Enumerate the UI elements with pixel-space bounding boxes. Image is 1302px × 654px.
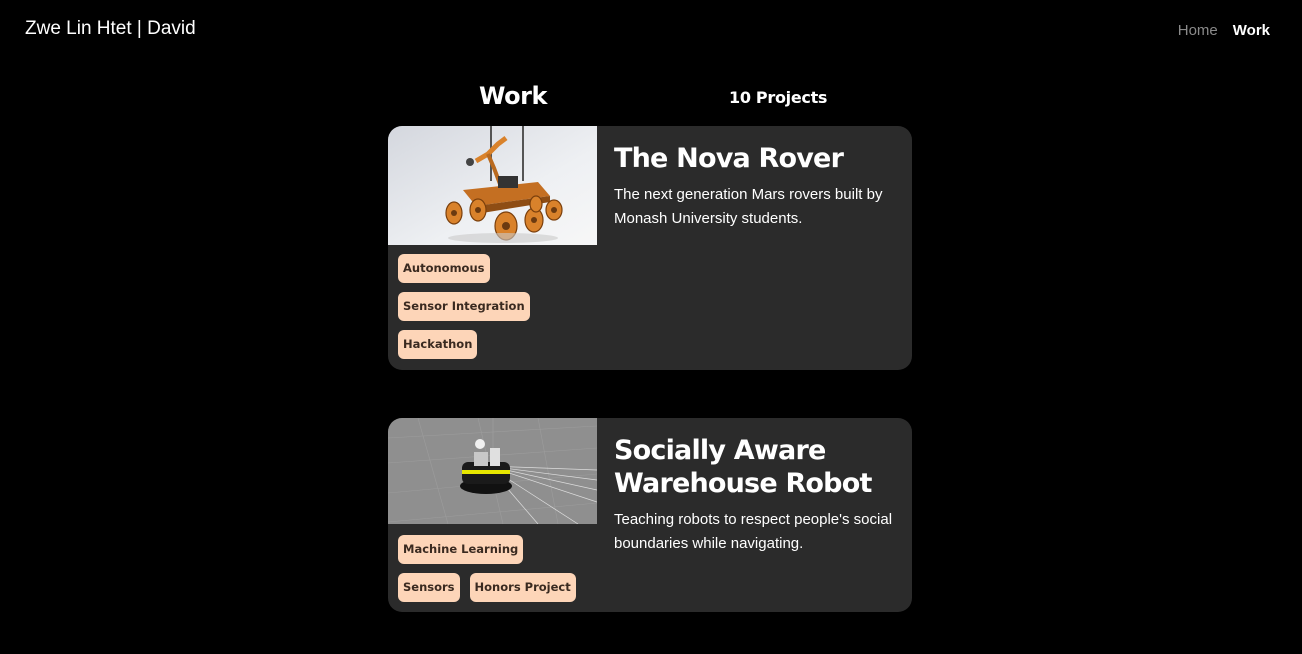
main-nav: Home Work	[1178, 22, 1270, 39]
page-title: Work	[479, 82, 547, 110]
tag-list: Machine Learning Sensors Honors Project	[398, 535, 588, 602]
card-text: Socially Aware Warehouse Robot Teaching …	[614, 434, 898, 556]
tag-hackathon[interactable]: Hackathon	[398, 330, 478, 359]
project-title[interactable]: Socially Aware Warehouse Robot	[614, 434, 898, 500]
project-title[interactable]: The Nova Rover	[614, 142, 898, 175]
tag-machine-learning[interactable]: Machine Learning	[398, 535, 524, 564]
project-card-warehouse-robot[interactable]: Socially Aware Warehouse Robot Teaching …	[388, 418, 912, 612]
nova-rover-thumbnail	[388, 126, 597, 245]
tag-sensors[interactable]: Sensors	[398, 573, 460, 602]
tag-honors-project[interactable]: Honors Project	[469, 573, 576, 602]
project-description: Teaching robots to respect people's soci…	[614, 511, 893, 552]
tag-list: Autonomous Sensor Integration Hackathon	[398, 254, 588, 359]
project-count: 10 Projects	[729, 88, 828, 107]
nav-home-link[interactable]: Home	[1178, 22, 1218, 39]
project-card-nova-rover[interactable]: The Nova Rover The next generation Mars …	[388, 126, 912, 370]
nav-work-link[interactable]: Work	[1233, 22, 1270, 39]
tag-sensor-integration[interactable]: Sensor Integration	[398, 292, 530, 321]
tag-autonomous[interactable]: Autonomous	[398, 254, 490, 283]
site-title[interactable]: Zwe Lin Htet | David	[25, 18, 196, 40]
warehouse-robot-thumbnail	[388, 418, 597, 524]
project-description: The next generation Mars rovers built by…	[614, 186, 883, 227]
work-heading-row: Work 10 Projects	[388, 82, 912, 114]
card-text: The Nova Rover The next generation Mars …	[614, 142, 898, 231]
